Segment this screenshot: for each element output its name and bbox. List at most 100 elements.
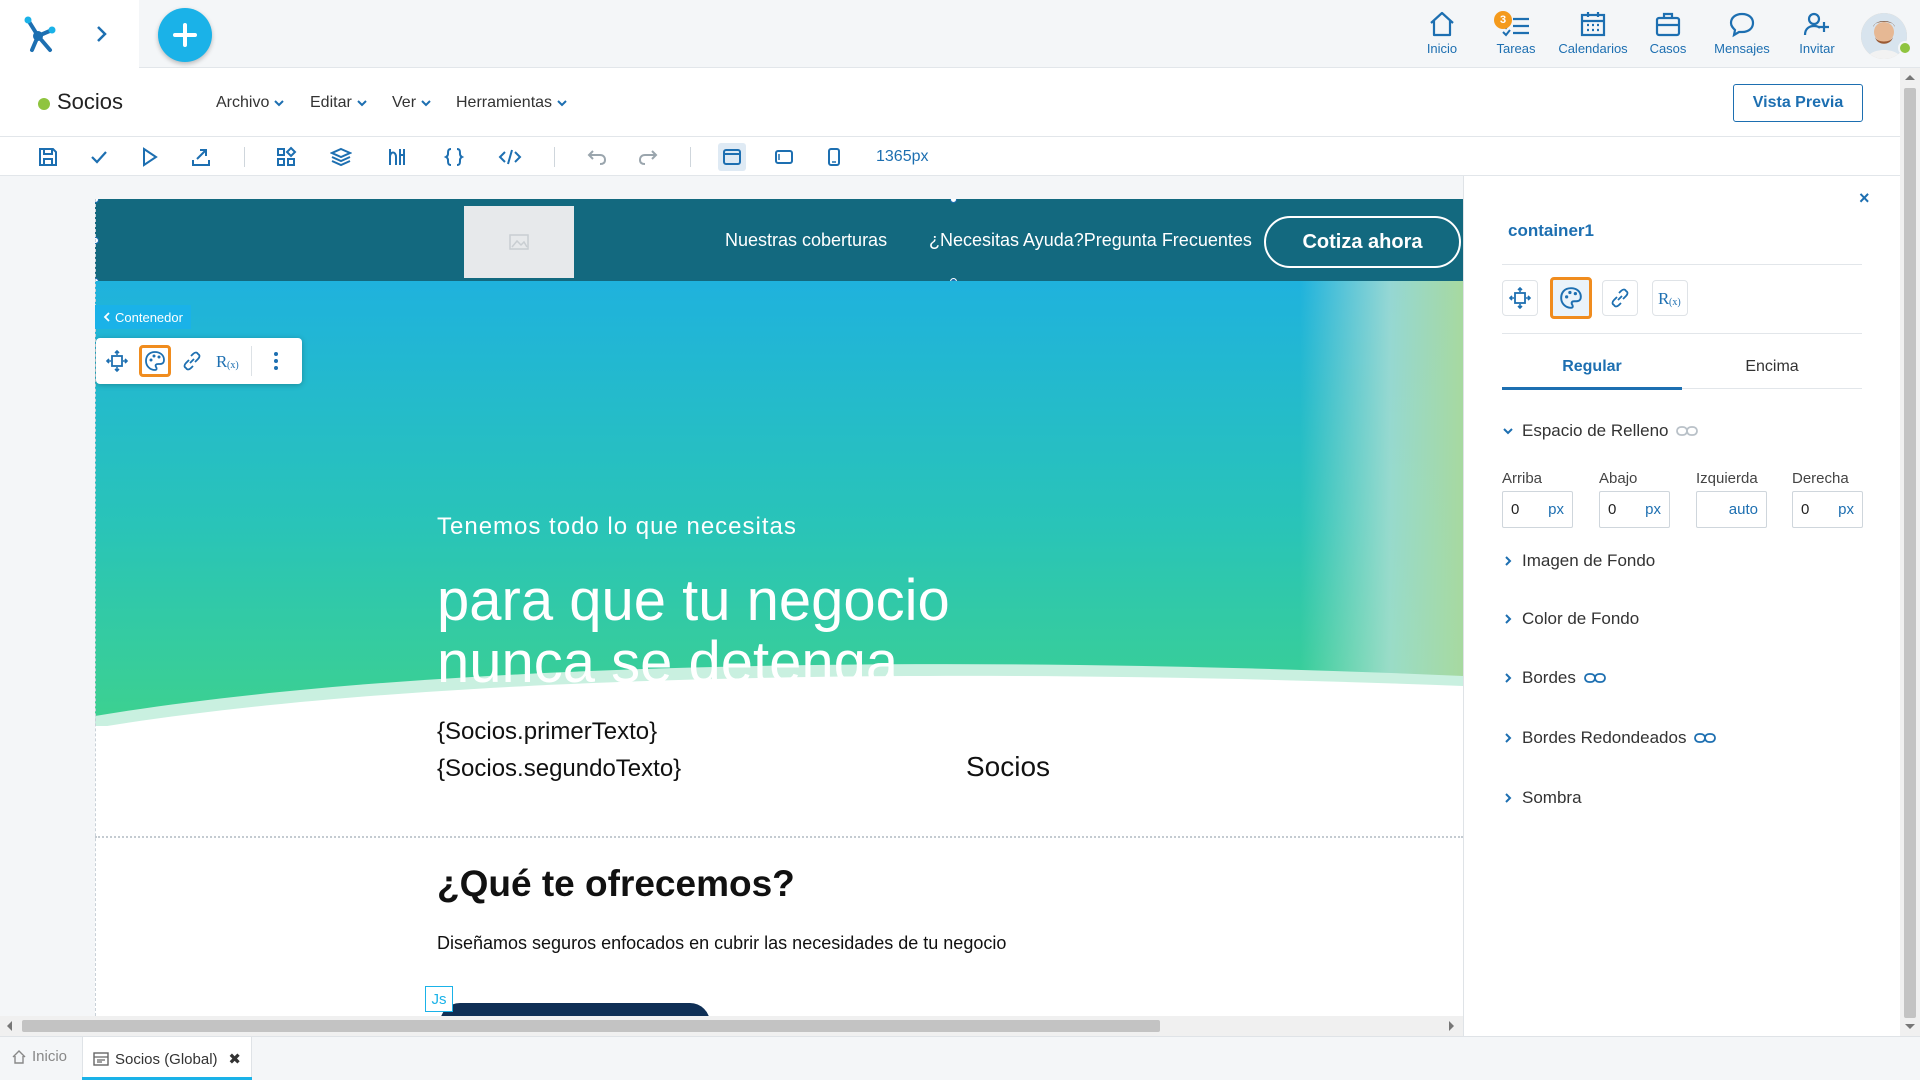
section-espacio-relleno[interactable]: Espacio de Relleno — [1502, 421, 1699, 441]
padding-left-input[interactable]: auto — [1696, 491, 1767, 528]
tab-encima[interactable]: Encima — [1682, 358, 1862, 376]
primer-texto-binding[interactable]: {Socios.primerTexto} — [437, 718, 657, 746]
section-imagen-fondo[interactable]: Imagen de Fondo — [1502, 551, 1655, 571]
tab-socios-global[interactable]: Socios (Global) ✖ — [82, 1037, 252, 1080]
close-panel-button[interactable]: × — [1859, 188, 1870, 209]
curly-braces-icon — [443, 148, 465, 166]
run-button[interactable] — [135, 143, 163, 171]
publish-button[interactable] — [187, 143, 215, 171]
scroll-down-arrow-icon[interactable] — [1905, 1022, 1915, 1030]
site-logo-placeholder[interactable] — [464, 206, 574, 278]
scroll-right-arrow-icon[interactable] — [1447, 1021, 1455, 1031]
panel-style-button[interactable] — [1550, 277, 1592, 319]
page-preview[interactable]: Nuestras coberturas ¿Necesitas Ayuda?Pre… — [95, 199, 1463, 1016]
scroll-up-arrow-icon[interactable] — [1905, 74, 1915, 82]
preview-button[interactable]: Vista Previa — [1733, 84, 1863, 122]
toolbar-separator — [554, 147, 555, 167]
svg-text:(x): (x) — [1669, 297, 1681, 308]
offer-heading[interactable]: ¿Qué te ofrecemos? — [437, 863, 795, 905]
padding-top-input[interactable]: 0 px — [1502, 491, 1573, 528]
menu-herramientas-label: Herramientas — [456, 94, 553, 111]
section-bordes-redondeados[interactable]: Bordes Redondeados — [1502, 728, 1717, 748]
link-values-icon[interactable] — [1694, 732, 1717, 744]
horizontal-scroll-thumb[interactable] — [22, 1020, 1160, 1032]
check-icon — [91, 151, 107, 164]
section-color-fondo[interactable]: Color de Fondo — [1502, 609, 1639, 629]
scroll-left-arrow-icon[interactable] — [6, 1021, 14, 1031]
menu-editar[interactable]: Editar — [310, 94, 368, 112]
vertical-scrollbar[interactable] — [1900, 68, 1920, 1036]
nav-inicio[interactable]: Inicio — [1422, 9, 1462, 59]
cotiza-ahora-button[interactable]: Cotiza ahora — [1264, 216, 1461, 268]
offer-action-button[interactable] — [440, 1003, 710, 1016]
nav-label-tareas: Tareas — [1496, 41, 1536, 56]
socios-text[interactable]: Socios — [966, 751, 1050, 783]
link-values-icon[interactable] — [1676, 425, 1699, 437]
link-values-icon[interactable] — [1583, 672, 1606, 684]
segundo-texto-binding[interactable]: {Socios.segundoTexto} — [437, 755, 681, 783]
chevron-down-icon — [274, 100, 285, 107]
expression-element-button[interactable]: R (x) — [212, 345, 244, 377]
javascript-component-tag[interactable]: Js — [425, 986, 453, 1012]
more-options-button[interactable] — [260, 345, 292, 377]
padding-right-unit: px — [1838, 501, 1854, 518]
vertical-scroll-thumb[interactable] — [1904, 88, 1916, 1018]
scripts-button[interactable] — [440, 143, 468, 171]
app-logo-icon[interactable] — [16, 10, 60, 54]
menu-herramientas[interactable]: Herramientas — [456, 94, 568, 112]
document-title: Socios — [57, 89, 124, 114]
horizontal-scrollbar[interactable] — [0, 1016, 1463, 1036]
link-element-button[interactable] — [176, 345, 208, 377]
document-status-dot — [38, 98, 50, 110]
chevron-right-icon[interactable] — [94, 22, 110, 46]
nav-casos[interactable]: Casos — [1648, 9, 1688, 59]
style-element-button[interactable] — [139, 345, 171, 377]
properties-panel: × container1 R (x) Regular Encima Espacio… — [1463, 176, 1900, 1036]
site-link-ayuda[interactable]: ¿Necesitas Ayuda?Pregunta Frecuentes — [929, 230, 1252, 251]
move-icon — [1508, 286, 1532, 310]
nav-invitar[interactable]: Invitar — [1796, 9, 1838, 59]
code-button[interactable] — [496, 143, 524, 171]
desktop-view-button[interactable] — [718, 143, 746, 171]
offer-description[interactable]: Diseñamos seguros enfocados en cubrir la… — [437, 933, 1006, 954]
tab-home-label: Inicio — [32, 1048, 68, 1065]
section-bordes[interactable]: Bordes — [1502, 668, 1606, 688]
site-link-coberturas[interactable]: Nuestras coberturas — [725, 230, 887, 251]
redo-button[interactable] — [634, 143, 662, 171]
tab-regular[interactable]: Regular — [1502, 358, 1682, 376]
svg-text:(x): (x) — [227, 360, 239, 371]
save-button[interactable] — [34, 143, 62, 171]
panel-link-button[interactable] — [1602, 280, 1638, 316]
tab-home[interactable]: Inicio — [12, 1048, 67, 1065]
canvas-width-label: 1365px — [876, 148, 929, 165]
site-navbar[interactable]: Nuestras coberturas ¿Necesitas Ayuda?Pre… — [95, 199, 1463, 281]
save-icon — [39, 148, 57, 166]
menu-archivo-label: Archivo — [216, 94, 270, 111]
move-element-button[interactable] — [101, 345, 133, 377]
padding-bottom-unit: px — [1645, 501, 1661, 518]
nav-mensajes[interactable]: Mensajes — [1711, 9, 1773, 59]
mobile-view-button[interactable] — [820, 143, 848, 171]
layers-button[interactable] — [327, 143, 355, 171]
panel-move-button[interactable] — [1502, 280, 1538, 316]
expression-rx-icon: R (x) — [216, 352, 239, 371]
variables-button[interactable] — [383, 143, 411, 171]
menu-archivo[interactable]: Archivo — [216, 94, 285, 112]
add-button[interactable] — [158, 8, 212, 62]
toolbar-separator — [244, 147, 245, 167]
parent-container-tag[interactable]: Contenedor — [95, 305, 191, 329]
chevron-right-icon — [1505, 556, 1512, 566]
validate-button[interactable] — [85, 143, 113, 171]
chevron-right-icon — [1505, 793, 1512, 803]
components-button[interactable] — [272, 143, 300, 171]
padding-bottom-input[interactable]: 0 px — [1599, 491, 1670, 528]
undo-button[interactable] — [583, 143, 611, 171]
padding-right-input[interactable]: 0 px — [1792, 491, 1863, 528]
panel-expression-button[interactable]: R (x) — [1652, 280, 1688, 316]
tablet-view-button[interactable] — [770, 143, 798, 171]
chevron-down-icon — [1503, 428, 1513, 435]
section-sombra[interactable]: Sombra — [1502, 788, 1582, 808]
nav-calendarios[interactable]: Calendarios — [1554, 9, 1632, 59]
close-tab-button[interactable]: ✖ — [228, 1050, 241, 1068]
menu-ver[interactable]: Ver — [392, 94, 432, 112]
